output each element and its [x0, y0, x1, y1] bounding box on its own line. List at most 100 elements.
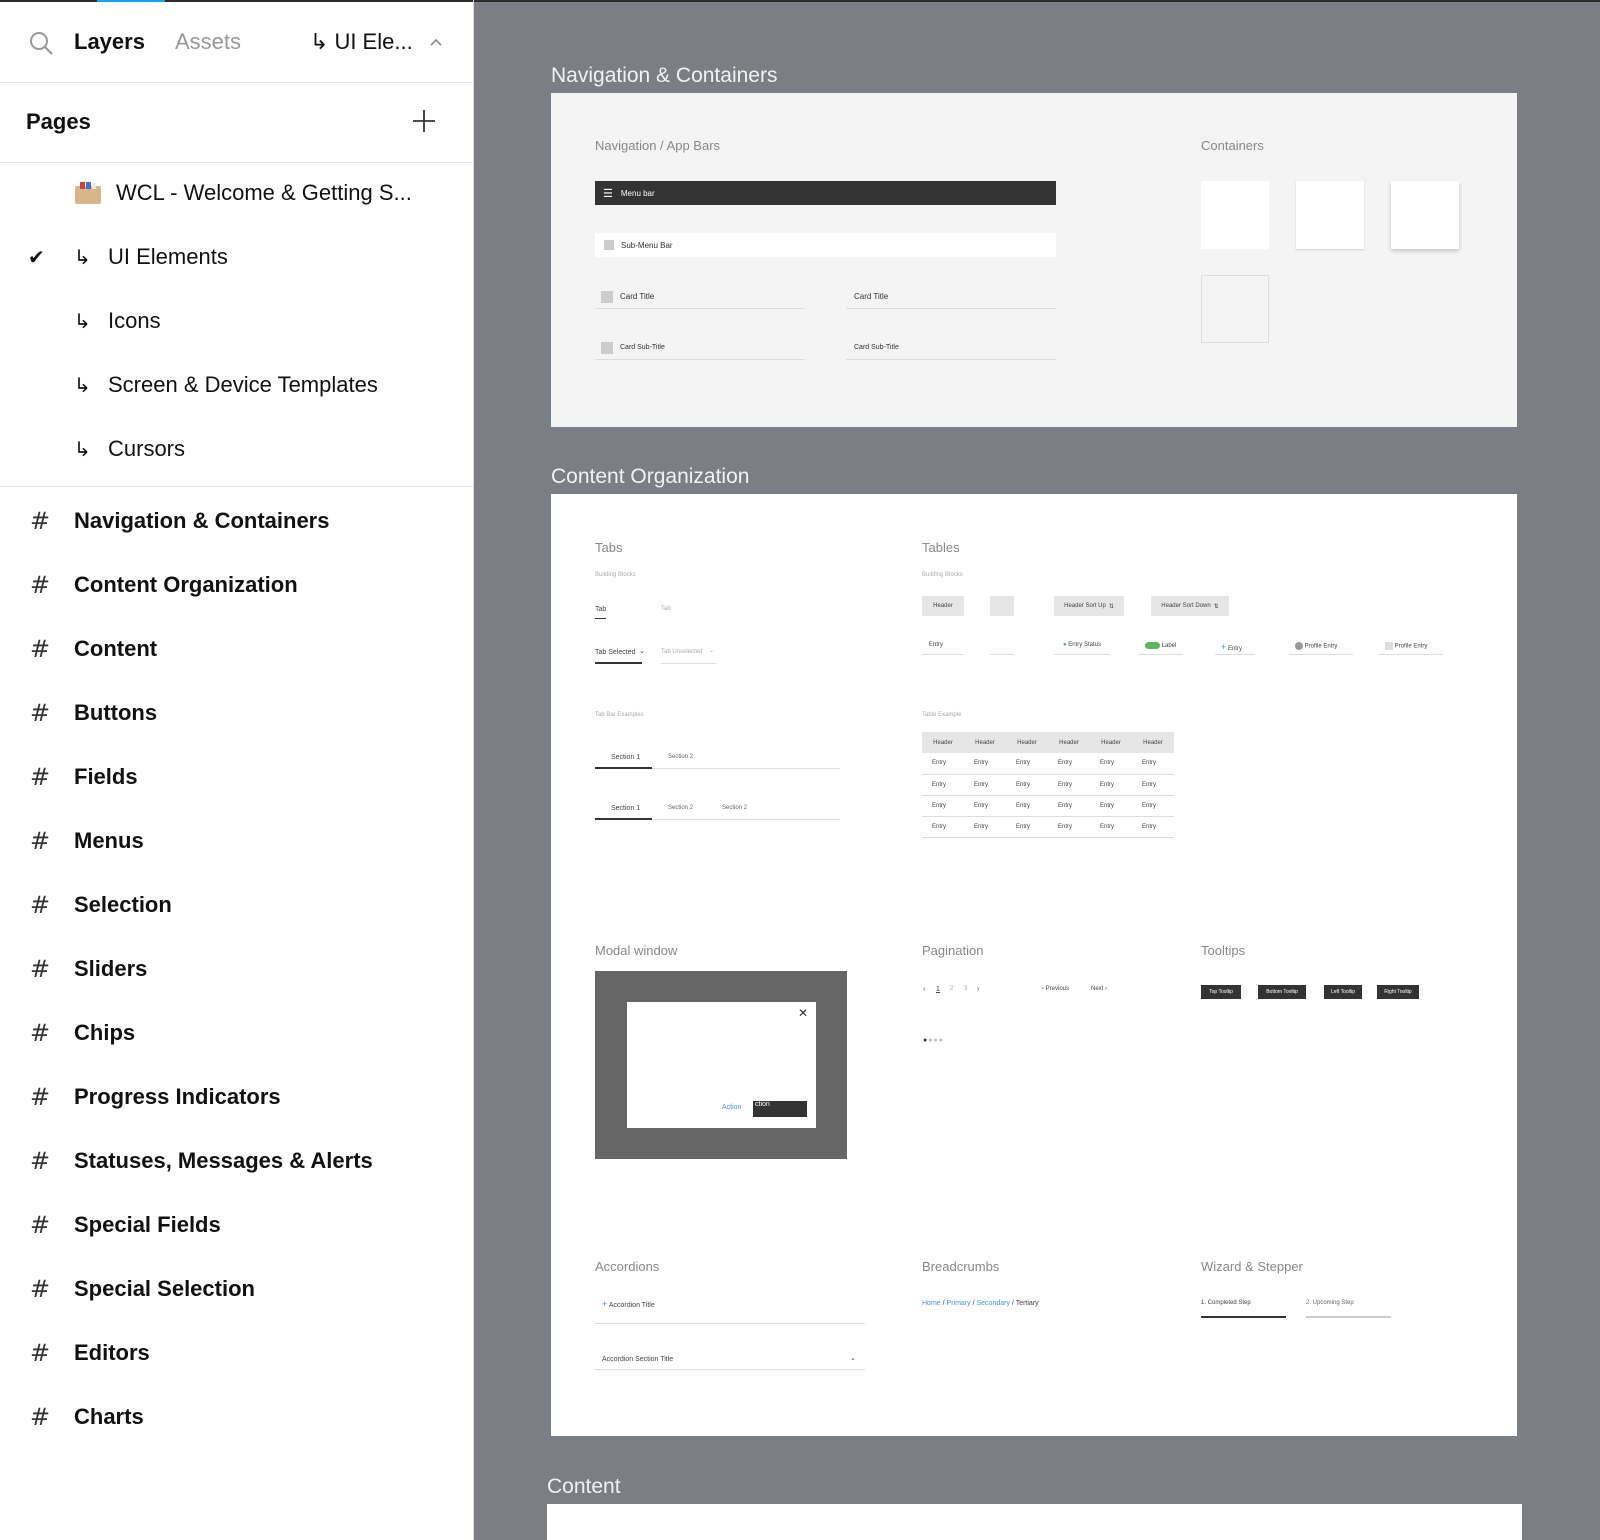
wizard-step-upcoming: 2. Upcoming Step [1306, 1300, 1354, 1306]
layer-label: Menus [74, 828, 144, 853]
design-canvas[interactable]: Navigation & Containers Navigation / App… [474, 0, 1600, 1540]
layer-frame[interactable]: # Editors [0, 1323, 473, 1383]
modal-overlay-sample: ✕ Action ction [595, 971, 847, 1159]
add-entry-sample: + Entry [1221, 642, 1242, 652]
tab-section-2: Section 2 [668, 805, 694, 811]
table-header-empty [990, 596, 1014, 616]
page-item-icons[interactable]: ↳ Icons [0, 291, 473, 351]
layer-frame[interactable]: # Menus [0, 811, 473, 871]
tab-layers[interactable]: Layers [74, 29, 145, 55]
page-item-screen-device-templates[interactable]: ↳ Screen & Device Templates [0, 355, 473, 415]
entry-sample: Entry [929, 642, 944, 648]
layer-frame[interactable]: # Special Fields [0, 1195, 473, 1255]
table-cell: Entry [1048, 753, 1090, 775]
section-title: Modal window [595, 943, 678, 958]
layer-frame[interactable]: # Statuses, Messages & Alerts [0, 1131, 473, 1191]
frame-content-organization[interactable]: Tabs Building Blocks Tab Tab Tab Selecte… [551, 494, 1517, 1436]
container-sample [1391, 181, 1459, 249]
table-cell: Entry [922, 795, 964, 817]
card-title-label: Card Title [854, 292, 889, 301]
table-cell: Entry [1006, 753, 1048, 775]
frame-icon: # [30, 1403, 51, 1431]
breadcrumb-link: Primary [946, 1300, 971, 1307]
page-item-wcl[interactable]: WCL - Welcome & Getting S... [0, 163, 473, 223]
placeholder-icon [601, 341, 613, 354]
page-item-ui-elements[interactable]: ✔ ↳ UI Elements [0, 227, 473, 287]
layer-frame[interactable]: # Charts [0, 1387, 473, 1447]
frame-icon: # [30, 635, 51, 663]
layer-frame[interactable]: # Buttons [0, 683, 473, 743]
layer-frame[interactable]: # Navigation & Containers [0, 491, 473, 551]
modal-action-link: Action [722, 1104, 742, 1111]
search-icon[interactable] [28, 30, 54, 56]
plus-icon: + [602, 1299, 608, 1309]
table-cell: Entry [1006, 816, 1048, 838]
accordion-sample: + Accordion Title [602, 1299, 655, 1309]
frame-navigation-containers[interactable]: Navigation / App Bars Containers ☰ Menu … [551, 93, 1517, 427]
check-icon: ✔ [28, 246, 45, 269]
subsection-label: Tab Bar Examples [595, 712, 644, 718]
modal-action-button: ction [753, 1101, 807, 1117]
layer-frame[interactable]: # Chips [0, 1003, 473, 1063]
tab-selected-sample: Tab Selected [595, 649, 636, 656]
table-header-cell: Header [922, 732, 964, 753]
layer-frame[interactable]: # Content [0, 619, 473, 679]
modal-window-sample: ✕ Action ction [627, 1002, 816, 1128]
chevron-down-icon: ⌄ [850, 1355, 856, 1362]
table-header-sample: Header [922, 596, 964, 616]
header-label: Header Sort Down [1161, 603, 1211, 609]
table-cell: Entry [1132, 774, 1174, 796]
entry-label: Entry [1227, 646, 1242, 652]
layer-frame[interactable]: # Content Organization [0, 555, 473, 615]
tab-sample: Tab [661, 606, 671, 612]
placeholder-icon [601, 290, 613, 303]
status-dot-icon: ● [1063, 642, 1067, 648]
frame-label-content-org[interactable]: Content Organization [551, 465, 749, 489]
layer-frame[interactable]: # Sliders [0, 939, 473, 999]
header-label: Header [933, 603, 953, 609]
frame-label-nav[interactable]: Navigation & Containers [551, 64, 777, 88]
layer-frame[interactable]: # Selection [0, 875, 473, 935]
chevron-left-icon: ‹ [923, 986, 926, 993]
accordion-divider [595, 1369, 865, 1370]
tab-section-2: Section 2 [668, 754, 694, 760]
breadcrumb-sample: Home / Primary / Secondary / Tertiary [922, 1300, 1039, 1307]
table-header-cell: Header [1132, 732, 1174, 753]
page-item-cursors[interactable]: ↳ Cursors [0, 419, 473, 479]
frame-icon: # [30, 955, 51, 983]
layer-label: Progress Indicators [74, 1084, 281, 1109]
frame-label-content[interactable]: Content [547, 1475, 621, 1499]
table-cell: Entry [1048, 795, 1090, 817]
subpage-arrow-icon: ↳ [74, 246, 91, 269]
layer-label: Sliders [74, 956, 148, 981]
table-row: Entry Entry Entry Entry Entry Entry [922, 774, 1174, 796]
table-cell: Entry [1048, 774, 1090, 796]
layer-frame[interactable]: # Special Selection [0, 1259, 473, 1319]
placeholder-icon [604, 240, 614, 250]
frame-icon: # [30, 699, 51, 727]
page-switcher[interactable]: ↳ UI Ele... [310, 29, 443, 55]
tab-assets[interactable]: Assets [175, 29, 241, 55]
dot-pagination-icon: ●●●● [923, 1037, 944, 1044]
tab-indicator [595, 618, 606, 619]
table-cell: Entry [1048, 816, 1090, 838]
menu-bar-label: Menu bar [620, 188, 655, 198]
tooltip-sample: Left Tooltip [1324, 985, 1362, 999]
add-page-icon[interactable] [412, 109, 436, 133]
step-indicator [1201, 1316, 1286, 1318]
folder-icon [75, 182, 101, 204]
table-cell: Entry [1132, 753, 1174, 775]
layer-frame[interactable]: # Progress Indicators [0, 1067, 473, 1127]
tab-indicator [595, 662, 642, 664]
page-label: UI Elements [108, 244, 228, 269]
section-title: Tabs [595, 540, 623, 555]
layer-frame[interactable]: # Fields [0, 747, 473, 807]
table-cell: Entry [1006, 795, 1048, 817]
page-number: 1 [936, 986, 940, 993]
frame-icon: # [30, 1147, 51, 1175]
table-cell: Entry [1090, 774, 1132, 796]
subsection-label: Building Blocks [595, 572, 636, 578]
frame-content[interactable] [547, 1504, 1522, 1540]
layers-sidebar: Layers Assets ↳ UI Ele... Pages WCL - We… [0, 0, 474, 1540]
header-sort-up-sample: Header Sort Up ⇅ [1054, 596, 1124, 616]
